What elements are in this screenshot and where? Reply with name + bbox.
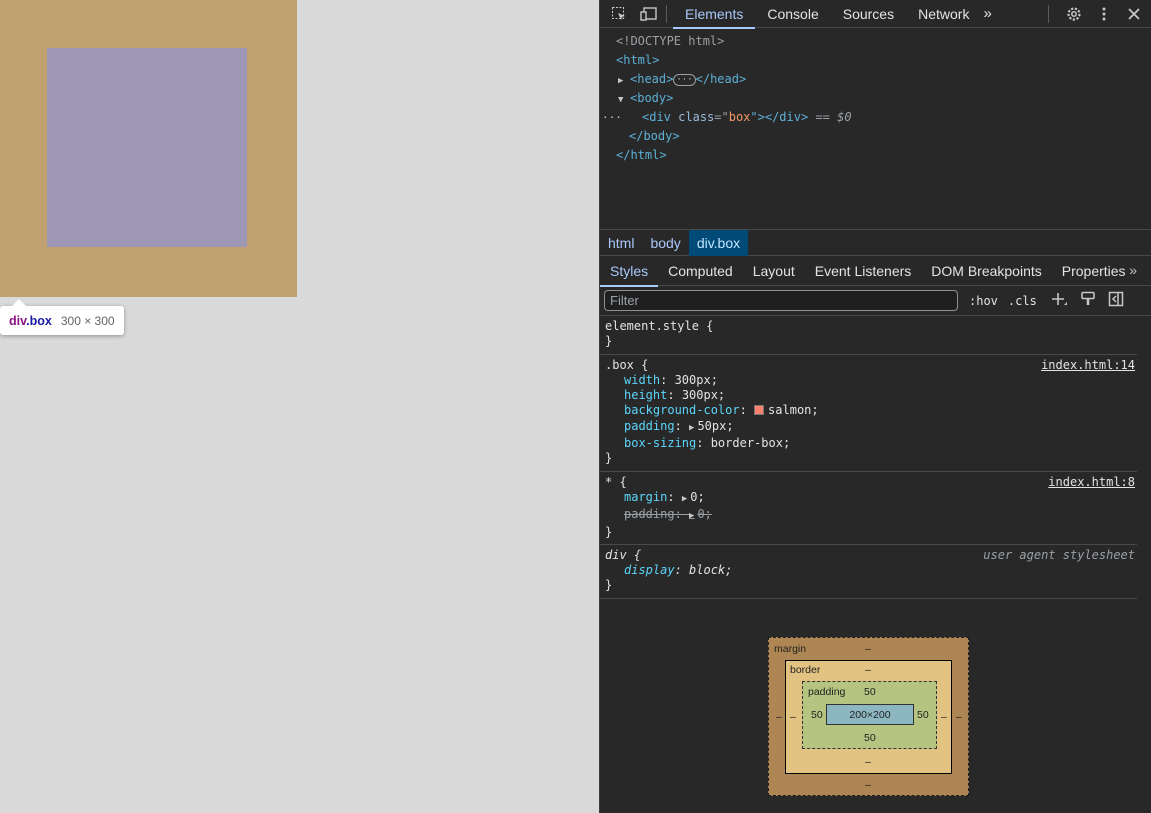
toolbar-separator-right [1048, 5, 1049, 23]
styles-filter-input[interactable] [604, 290, 958, 311]
styles-subtabs: Styles Computed Layout Event Listeners D… [600, 256, 1151, 287]
box-model-margin[interactable]: margin – – – – border – – – – padding 50… [768, 637, 969, 796]
padding-bottom-value[interactable]: 50 [864, 732, 876, 744]
expand-shorthand-icon[interactable]: ▶ [682, 494, 687, 504]
toolbar-separator [666, 4, 667, 23]
tab-properties[interactable]: Properties [1052, 256, 1136, 286]
declaration-background-color[interactable]: background-color: salmon; [605, 403, 1146, 418]
user-agent-style-rule[interactable]: div { user agent stylesheet display: blo… [600, 545, 1151, 599]
dom-html-open[interactable]: <html> [600, 51, 1151, 70]
paint-brush-icon[interactable] [1080, 291, 1096, 311]
collapsed-ellipsis[interactable]: ··· [673, 73, 696, 86]
tab-layout[interactable]: Layout [743, 256, 805, 286]
devtools-toolbar: Elements Console Sources Network » [600, 0, 1151, 29]
breadcrumb-html[interactable]: html [600, 230, 642, 256]
breadcrumb-body[interactable]: body [642, 230, 688, 256]
hov-toggle-button[interactable]: :hov [969, 294, 998, 308]
padding-left-value[interactable]: 50 [811, 709, 823, 721]
margin-left-value[interactable]: – [776, 711, 782, 723]
user-agent-source-label: user agent stylesheet [983, 547, 1135, 562]
universal-rule-source-link[interactable]: index.html:8 [1048, 475, 1135, 490]
expand-shorthand-icon[interactable]: ▶ [689, 511, 694, 521]
dom-body-close[interactable]: </body> [600, 127, 1151, 146]
dom-body-open[interactable]: ▼ <body> [600, 89, 1151, 108]
toggle-sidebar-icon[interactable] [1108, 291, 1124, 311]
border-top-value[interactable]: – [865, 664, 871, 676]
styles-pane: element.style { } .box { index.html:14 w… [600, 316, 1151, 599]
declaration-padding[interactable]: padding: ▶ 50px; [605, 419, 1146, 436]
tab-network[interactable]: Network [906, 0, 981, 28]
declaration-padding-overridden[interactable]: padding: ▶ 0; [605, 507, 1146, 524]
device-toolbar-icon[interactable] [638, 3, 660, 25]
declaration-box-sizing[interactable]: box-sizing: border-box; [605, 436, 1146, 451]
border-bottom-value[interactable]: – [865, 756, 871, 768]
border-left-value[interactable]: – [790, 711, 796, 723]
box-style-rule[interactable]: .box { index.html:14 width: 300px; heigh… [600, 355, 1151, 472]
color-swatch[interactable] [754, 405, 765, 416]
declaration-display[interactable]: display: block; [605, 563, 1146, 578]
inspect-element-icon[interactable] [608, 3, 630, 25]
declaration-height[interactable]: height: 300px; [605, 388, 1146, 403]
border-right-value[interactable]: – [941, 711, 947, 723]
margin-right-value[interactable]: – [956, 711, 962, 723]
margin-top-value[interactable]: – [865, 643, 871, 655]
close-icon[interactable] [1123, 3, 1145, 25]
more-tabs-icon[interactable]: » [981, 0, 993, 28]
tooltip-class: .box [26, 313, 52, 328]
border-label: border [790, 664, 821, 676]
box-model-border[interactable]: border – – – – padding 50 50 50 50 200×2… [785, 660, 952, 774]
padding-label: padding [808, 686, 846, 698]
new-style-rule-icon[interactable] [1050, 291, 1068, 311]
page-viewport: div.box 300 × 300 [0, 0, 599, 813]
highlighted-content-area [47, 48, 247, 247]
styles-filter-bar: :hov .cls [600, 286, 1151, 316]
tab-elements[interactable]: Elements [673, 0, 756, 29]
box-model-padding[interactable]: padding 50 50 50 50 200×200 [802, 681, 937, 749]
tab-event-listeners[interactable]: Event Listeners [805, 256, 922, 286]
declaration-margin[interactable]: margin: ▶ 0; [605, 490, 1146, 507]
styles-scrollbar[interactable] [1137, 320, 1151, 813]
tooltip-tag: div [9, 313, 27, 328]
declaration-width[interactable]: width: 300px; [605, 373, 1146, 388]
row-actions-dots[interactable]: ··· [602, 108, 622, 127]
breadcrumb-div-box[interactable]: div.box [688, 229, 749, 256]
tab-console[interactable]: Console [755, 0, 830, 28]
box-rule-source-link[interactable]: index.html:14 [1041, 358, 1135, 373]
cls-toggle-button[interactable]: .cls [1008, 294, 1037, 308]
tab-sources[interactable]: Sources [831, 0, 906, 28]
dom-html-close[interactable]: </html> [600, 146, 1151, 165]
box-model-content[interactable]: 200×200 [826, 704, 914, 725]
highlighted-box-element[interactable] [0, 0, 297, 297]
padding-top-value[interactable]: 50 [864, 686, 876, 698]
gear-icon[interactable] [1063, 3, 1085, 25]
margin-label: margin [774, 643, 807, 655]
tab-dom-breakpoints[interactable]: DOM Breakpoints [921, 256, 1051, 286]
tooltip-size: 300 × 300 [60, 313, 115, 328]
kebab-menu-icon[interactable] [1093, 3, 1115, 25]
dom-doctype[interactable]: <!DOCTYPE html> [600, 32, 1151, 51]
expand-shorthand-icon[interactable]: ▶ [689, 423, 694, 433]
dom-div-box-selected[interactable]: ··· <div class="box"></div> == $0 [600, 108, 1151, 127]
more-subtabs-icon[interactable]: » [1129, 262, 1137, 278]
breadcrumb: html body div.box [600, 229, 1151, 256]
element-style-rule[interactable]: element.style { } [600, 316, 1151, 355]
tab-computed[interactable]: Computed [658, 256, 743, 286]
padding-right-value[interactable]: 50 [917, 709, 929, 721]
dom-head-node[interactable]: ▶ <head> ··· </head> [600, 70, 1151, 89]
element-tooltip: div.box 300 × 300 [0, 299, 124, 335]
margin-bottom-value[interactable]: – [865, 779, 871, 791]
tab-styles[interactable]: Styles [600, 256, 659, 287]
dom-tree: <!DOCTYPE html> <html> ▶ <head> ··· </head>… [600, 28, 1151, 229]
universal-style-rule[interactable]: * { index.html:8 margin: ▶ 0; padding: ▶ 0… [600, 472, 1151, 545]
